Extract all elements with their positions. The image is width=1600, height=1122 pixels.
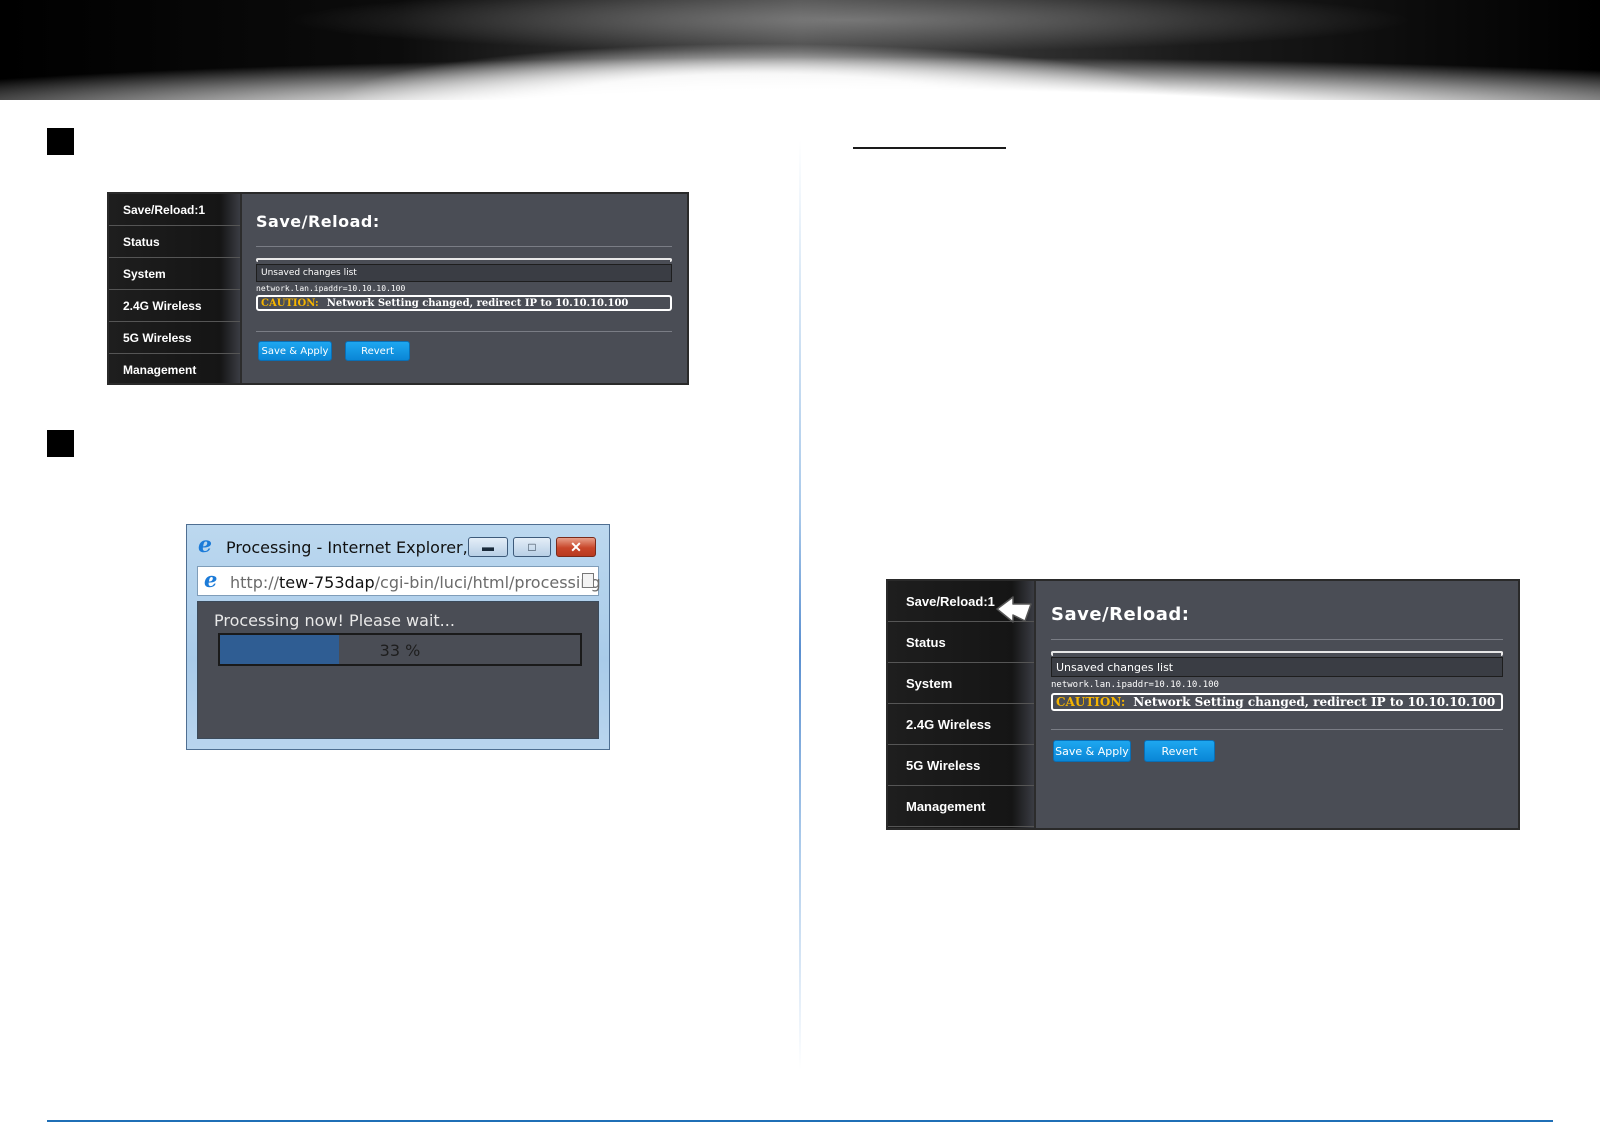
- nav-item-management[interactable]: Management: [109, 354, 240, 383]
- url-path: /cgi-bin/luci/html/processing: [374, 573, 601, 592]
- changes-box-top-border: [1051, 651, 1503, 656]
- nav-item-system[interactable]: System: [109, 258, 240, 290]
- caution-text: Network Setting changed, redirect IP to …: [1133, 695, 1496, 709]
- caution-text: Network Setting changed, redirect IP to …: [326, 297, 629, 309]
- progress-text: 33 %: [379, 641, 421, 660]
- url-text: http://tew-753dap/cgi-bin/luci/html/proc…: [230, 573, 601, 592]
- nav-item-management[interactable]: Management: [888, 786, 1034, 827]
- unsaved-changes-header: Unsaved changes list: [1051, 657, 1503, 677]
- address-bar[interactable]: e http://tew-753dap/cgi-bin/luci/html/pr…: [197, 566, 601, 596]
- save-apply-button[interactable]: Save & Apply: [258, 341, 332, 361]
- revert-button[interactable]: Revert: [1144, 740, 1215, 762]
- page-title: Save/Reload:: [256, 212, 380, 231]
- router-save-reload-panel-small: Save/Reload:1 Status System 2.4G Wireles…: [107, 192, 689, 385]
- processing-content: Processing now! Please wait... 33 %: [197, 601, 599, 739]
- url-host: tew-753dap: [279, 573, 375, 592]
- page-icon: [582, 573, 594, 588]
- caution-message: CAUTION: Network Setting changed, redire…: [1051, 693, 1503, 711]
- nav-item-2-4g-wireless[interactable]: 2.4G Wireless: [888, 704, 1034, 745]
- url-prefix: http://: [230, 573, 280, 592]
- address-ie-icon: e: [204, 567, 218, 592]
- actions-rule: [256, 331, 672, 332]
- internet-explorer-icon: e: [198, 532, 212, 558]
- caution-label: CAUTION:: [261, 297, 319, 309]
- caution-message: CAUTION: Network Setting changed, redire…: [256, 295, 672, 311]
- nav-item-system[interactable]: System: [888, 663, 1034, 704]
- close-icon: ✕: [570, 538, 582, 555]
- nav-item-2-4g-wireless[interactable]: 2.4G Wireless: [109, 290, 240, 322]
- unsaved-changes-header: Unsaved changes list: [256, 264, 672, 282]
- sidebar: Save/Reload:1 Status System 2.4G Wireles…: [109, 194, 242, 383]
- restore-icon: □: [528, 540, 536, 554]
- nav-item-5g-wireless[interactable]: 5G Wireless: [109, 322, 240, 354]
- router-save-reload-panel-large: Save/Reload:1 Status System 2.4G Wireles…: [886, 579, 1520, 830]
- config-change-line: network.lan.ipaddr=10.10.10.100: [256, 284, 406, 293]
- section-heading-underline: [853, 147, 1006, 149]
- title-rule: [256, 246, 672, 247]
- nav-item-5g-wireless[interactable]: 5G Wireless: [888, 745, 1034, 786]
- restore-button[interactable]: □: [513, 537, 551, 557]
- header-banner: [0, 0, 1600, 100]
- processing-message: Processing now! Please wait...: [214, 611, 455, 630]
- page-title: Save/Reload:: [1051, 604, 1190, 625]
- step-badge-2: [47, 430, 74, 457]
- step-badge-1: [47, 128, 74, 155]
- pointer-arrow-icon: [996, 596, 1032, 623]
- config-change-line: network.lan.ipaddr=10.10.10.100: [1051, 680, 1219, 690]
- actions-rule: [1051, 729, 1503, 730]
- save-apply-button[interactable]: Save & Apply: [1053, 740, 1131, 762]
- ie-processing-window: e Processing - Internet Explorer, e... ▬…: [186, 524, 610, 750]
- close-button[interactable]: ✕: [556, 537, 596, 557]
- changes-box-top-border: [256, 258, 672, 262]
- title-rule: [1051, 639, 1503, 640]
- window-title: Processing - Internet Explorer, e...: [226, 538, 498, 557]
- caution-label: CAUTION:: [1056, 695, 1126, 709]
- nav-item-status[interactable]: Status: [109, 226, 240, 258]
- column-divider: [799, 140, 801, 1070]
- revert-button[interactable]: Revert: [345, 341, 410, 361]
- progress-bar: 33 %: [218, 633, 582, 666]
- nav-item-save-reload[interactable]: Save/Reload:1: [109, 194, 240, 226]
- minimize-icon: ▬: [482, 540, 494, 554]
- minimize-button[interactable]: ▬: [468, 537, 508, 557]
